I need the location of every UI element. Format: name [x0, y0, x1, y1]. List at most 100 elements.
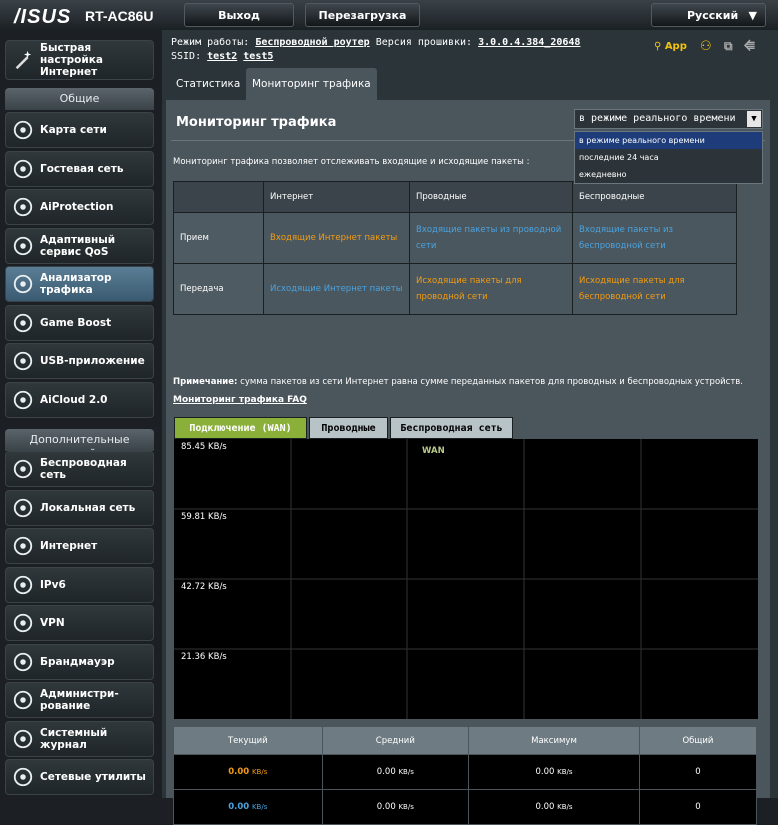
- lan-icon: [6, 497, 40, 519]
- guest-network-icon: [6, 158, 40, 180]
- wizard-icon: [6, 49, 40, 71]
- average-rx: 0.00: [376, 767, 396, 777]
- current-tx: 0.00: [228, 802, 250, 812]
- table-cell: Исходящие Интернет пакеты: [263, 263, 410, 315]
- faq-link[interactable]: Мониторинг трафика FAQ: [173, 395, 307, 405]
- period-option[interactable]: последние 24 часа: [575, 149, 762, 166]
- page-title: Мониторинг трафика: [176, 115, 337, 130]
- globe-icon: [6, 535, 40, 557]
- row-label: Прием: [173, 212, 264, 264]
- sidebar-item-wireless[interactable]: Беспроводная сеть: [5, 451, 154, 487]
- table-header: [173, 181, 264, 213]
- mode-label: Режим работы:: [171, 37, 250, 48]
- packet-table: Интернет Проводные Беспроводные Прием Вх…: [173, 181, 737, 315]
- sidebar-item-system-log[interactable]: Системный журнал: [5, 720, 154, 757]
- table-header: Проводные: [409, 181, 573, 213]
- period-option[interactable]: в режиме реального времени: [575, 132, 762, 149]
- fw-label: Версия прошивки:: [375, 37, 473, 48]
- unit: KB/s: [398, 768, 414, 776]
- stats-cell: 0.00 KB/s: [173, 754, 323, 790]
- router-model: RT-AC86U: [85, 8, 154, 24]
- row-label: Передача: [173, 263, 264, 315]
- stats-table: Текущий Средний Максимум Общий 0.00 KB/s…: [173, 726, 758, 825]
- sidebar-item-guest-network[interactable]: Гостевая сеть: [5, 150, 154, 187]
- info-line-mode: Режим работы: Беспроводной роутер Версия…: [171, 37, 580, 48]
- vpn-icon: [6, 612, 40, 634]
- language-select[interactable]: Русский ▼: [651, 3, 766, 27]
- sidebar: Быстрая настройка Интернет Общие Карта с…: [0, 30, 162, 798]
- y-axis-label: 85.45 KB/s: [181, 442, 227, 452]
- firmware-link[interactable]: 3.0.0.4.384_20648: [478, 37, 580, 48]
- traffic-analyzer-icon: [6, 273, 40, 295]
- admin-gear-icon: [6, 689, 40, 711]
- tab-statistics[interactable]: Статистика: [170, 68, 246, 100]
- app-icon[interactable]: ⚲ App: [654, 41, 687, 52]
- language-label: Русский: [687, 9, 739, 22]
- sidebar-item-qos[interactable]: Адаптивный сервис QoS: [5, 227, 154, 264]
- sidebar-item-lan[interactable]: Локальная сеть: [5, 489, 154, 526]
- period-select-value: в режиме реального времени: [579, 113, 736, 124]
- tab-wireless[interactable]: Беспроводная сеть: [390, 417, 513, 439]
- sidebar-item-administration[interactable]: Администри-рование: [5, 682, 154, 718]
- usb-icon[interactable]: ⭅: [744, 39, 755, 54]
- sidebar-item-label: Адаптивный сервис QoS: [40, 233, 116, 258]
- logout-button[interactable]: Выход: [184, 3, 294, 27]
- sidebar-item-ipv6[interactable]: IPv6: [5, 566, 154, 603]
- table-cell: Исходящие пакеты для проводной сети: [409, 263, 573, 315]
- qos-gauge-icon: [6, 235, 40, 257]
- note-label: Примечание:: [173, 377, 238, 387]
- unit: KB/s: [398, 803, 414, 811]
- sidebar-item-game-boost[interactable]: Game Boost: [5, 304, 154, 341]
- sidebar-item-usb-application[interactable]: USB-приложение: [5, 343, 154, 379]
- section-general: Общие: [5, 88, 154, 110]
- tab-wired[interactable]: Проводные: [309, 417, 388, 439]
- ipv6-icon: [6, 574, 40, 596]
- ssid-label: SSID:: [171, 51, 202, 62]
- ssid-link-2[interactable]: test5: [243, 51, 273, 62]
- sidebar-item-quick-setup[interactable]: Быстрая настройка Интернет: [5, 40, 154, 80]
- unit: KB/s: [251, 768, 268, 776]
- sidebar-item-network-map[interactable]: Карта сети: [5, 112, 154, 148]
- sidebar-item-label: AiCloud 2.0: [40, 393, 108, 406]
- traffic-graph: 85.45 KB/s 59.81 KB/s 42.72 KB/s 21.36 K…: [174, 439, 758, 719]
- stats-header: Максимум: [468, 726, 640, 755]
- y-axis-label: 21.36 KB/s: [181, 652, 227, 662]
- network-icon[interactable]: ⧉: [724, 39, 733, 54]
- period-option[interactable]: ежедневно: [575, 166, 762, 183]
- sidebar-item-label: Локальная сеть: [40, 501, 136, 514]
- table-cell: Исходящие пакеты для беспроводной сети: [572, 263, 737, 315]
- user-icon[interactable]: ⚇: [700, 39, 712, 54]
- stats-cell: 0.00 KB/s: [468, 754, 640, 790]
- reboot-button[interactable]: Перезагрузка: [305, 3, 420, 27]
- mode-link[interactable]: Беспроводной роутер: [255, 37, 369, 48]
- sidebar-item-aiprotection[interactable]: AiProtection: [5, 189, 154, 225]
- max-rx: 0.00: [535, 767, 555, 777]
- sidebar-item-aicloud[interactable]: AiCloud 2.0: [5, 381, 154, 418]
- top-bar: /ISUS RT-AC86U Выход Перезагрузка Русски…: [0, 0, 778, 30]
- tab-traffic-monitor[interactable]: Мониторинг трафика: [246, 68, 377, 100]
- shield-icon: [6, 196, 40, 218]
- ssid-link-1[interactable]: test2: [207, 51, 237, 62]
- main-content: Режим работы: Беспроводной роутер Версия…: [162, 30, 778, 825]
- info-line-ssid: SSID: test2 test5: [171, 51, 273, 62]
- sidebar-item-label: Быстрая настройка Интернет: [40, 42, 103, 78]
- current-rx: 0.00: [228, 767, 250, 777]
- stats-header: Средний: [321, 726, 470, 755]
- sidebar-item-label: Интернет: [40, 540, 98, 552]
- chevron-down-icon: ▼: [748, 9, 757, 22]
- table-header: Беспроводные: [572, 181, 737, 213]
- sidebar-item-label: Системный журнал: [40, 726, 108, 751]
- section-advanced: Дополнительные настройки: [5, 429, 154, 451]
- sidebar-item-traffic-analyzer[interactable]: Анализатор трафика: [5, 266, 154, 302]
- sidebar-item-wan[interactable]: Интернет: [5, 528, 154, 564]
- globe-icon: [6, 119, 40, 141]
- sidebar-item-firewall[interactable]: Брандмауэр: [5, 643, 154, 680]
- y-axis-label: 59.81 KB/s: [181, 512, 227, 522]
- sidebar-item-network-tools[interactable]: Сетевые утилиты: [5, 759, 154, 795]
- period-select[interactable]: в режиме реального времени ▼: [574, 109, 763, 129]
- sidebar-item-label: Карта сети: [40, 124, 107, 136]
- sidebar-item-vpn[interactable]: VPN: [5, 605, 154, 641]
- tab-wan[interactable]: Подключение (WAN): [174, 417, 307, 439]
- sidebar-item-label: Брандмауэр: [40, 655, 115, 668]
- sidebar-item-label: Сетевые утилиты: [40, 771, 146, 783]
